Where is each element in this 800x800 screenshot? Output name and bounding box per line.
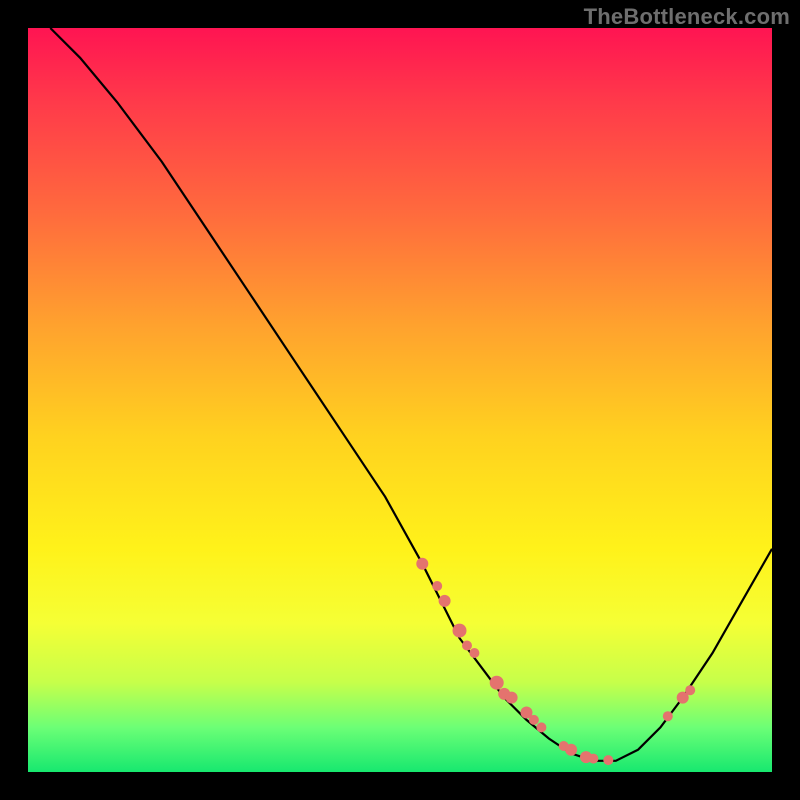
data-point xyxy=(565,744,577,756)
chart-frame: TheBottleneck.com xyxy=(0,0,800,800)
data-point xyxy=(462,641,472,651)
curve-svg xyxy=(28,28,772,772)
data-point xyxy=(416,558,428,570)
watermark-text: TheBottleneck.com xyxy=(584,4,790,30)
data-point xyxy=(432,581,442,591)
data-point xyxy=(439,595,451,607)
bottleneck-curve xyxy=(50,28,772,761)
data-point xyxy=(603,755,613,765)
data-point xyxy=(685,685,695,695)
data-point xyxy=(506,692,518,704)
data-point xyxy=(663,711,673,721)
data-point xyxy=(469,648,479,658)
data-point xyxy=(490,676,504,690)
data-point xyxy=(529,715,539,725)
plot-area xyxy=(28,28,772,772)
data-point xyxy=(536,722,546,732)
data-point xyxy=(453,624,467,638)
data-point xyxy=(588,754,598,764)
